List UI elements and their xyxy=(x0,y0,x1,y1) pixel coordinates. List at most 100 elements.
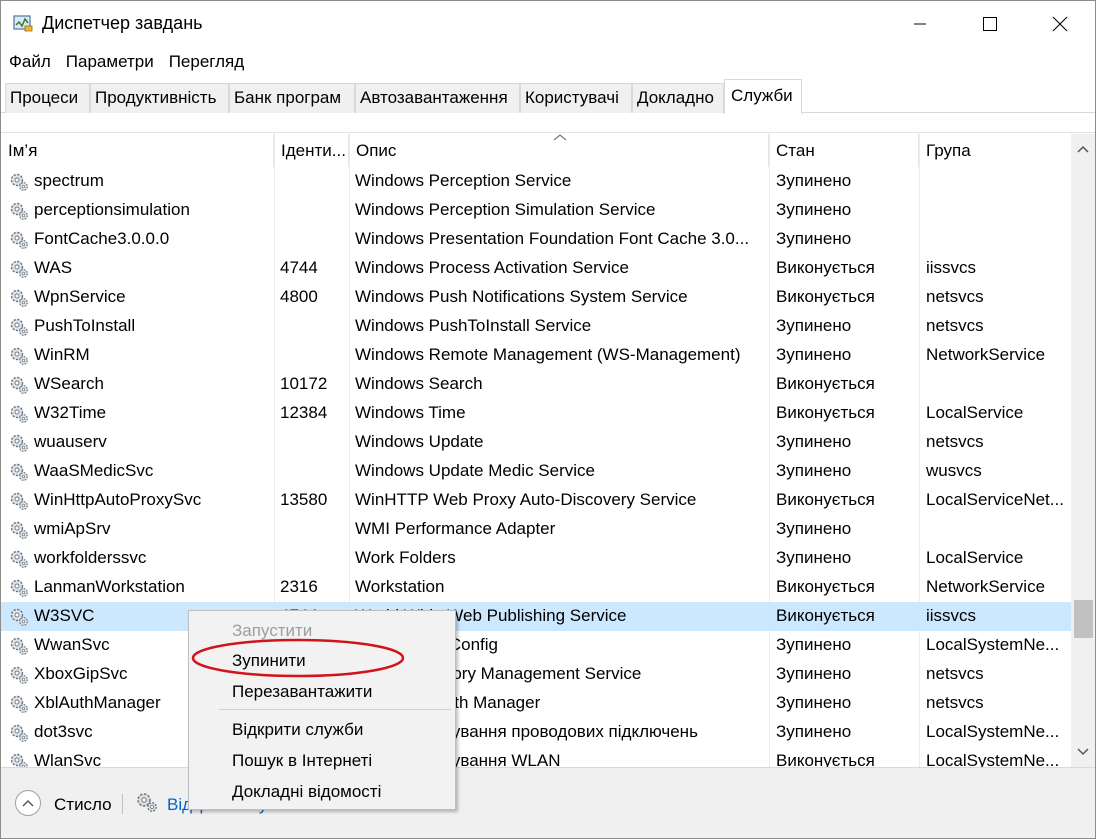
context-menu-separator xyxy=(219,709,451,710)
close-button[interactable] xyxy=(1025,1,1095,47)
minimize-button[interactable] xyxy=(885,1,955,47)
service-gear-icon xyxy=(10,666,28,684)
table-row[interactable]: WinRM Windows Remote Management (WS-Manag… xyxy=(1,341,1071,370)
sort-ascending-icon xyxy=(553,134,567,141)
table-row[interactable]: WpnService 4800 Windows Push Notifications… xyxy=(1,283,1071,312)
service-description: Windows Update Medic Service xyxy=(355,461,595,480)
service-status: Виконується xyxy=(776,287,875,306)
service-name: spectrum xyxy=(34,171,104,190)
service-gear-icon xyxy=(10,289,28,307)
table-row[interactable]: workfolderssvc Work Folders Зупинено LocalS… xyxy=(1,544,1071,573)
service-group: LocalServiceNet... xyxy=(926,490,1064,509)
service-gear-icon xyxy=(10,202,28,220)
column-status[interactable]: Стан xyxy=(769,134,919,167)
service-description: Work Folders xyxy=(355,548,456,567)
tab-performance[interactable]: Продуктивність xyxy=(90,83,229,113)
service-gear-icon xyxy=(10,608,28,626)
service-group: iissvcs xyxy=(926,258,977,277)
column-group[interactable]: Група xyxy=(919,134,1071,167)
table-row[interactable]: WlanSvc Автоналаштування WLAN Виконується L… xyxy=(1,747,1071,767)
window-title: Диспетчер завдань xyxy=(42,13,203,33)
maximize-icon xyxy=(983,17,997,31)
chevron-up-icon xyxy=(1077,145,1089,153)
service-status: Зупинено xyxy=(776,316,852,335)
table-row[interactable]: W3SVC4744World Wide Web Publishing Servi… xyxy=(1,602,1071,631)
scroll-thumb[interactable] xyxy=(1074,600,1093,638)
vertical-scrollbar[interactable] xyxy=(1071,134,1095,767)
service-gear-icon xyxy=(10,550,28,568)
menu-view[interactable]: Перегляд xyxy=(161,49,251,75)
context-menu-stop[interactable]: Зупинити xyxy=(189,646,455,676)
table-row[interactable]: FontCache3.0.0.0 Windows Presentation Fou… xyxy=(1,225,1071,254)
tab-app-history[interactable]: Банк програм xyxy=(229,83,355,113)
table-row[interactable]: WSearch 10172 Windows Search Виконується xyxy=(1,370,1071,399)
task-manager-window: Диспетчер завдань Файл Параметри Перегля… xyxy=(0,0,1096,839)
title-bar[interactable]: Диспетчер завдань xyxy=(1,1,1095,47)
tab-users[interactable]: Користувачі xyxy=(520,83,632,113)
table-row[interactable]: WinHttpAutoProxySvc 13580 WinHTTP Web Prox… xyxy=(1,486,1071,515)
service-status: Зупинено xyxy=(776,548,852,567)
table-row[interactable]: LanmanWorkstation 2316 Workstation Виконуєт… xyxy=(1,573,1071,602)
tab-details[interactable]: Докладно xyxy=(632,83,724,113)
column-name[interactable]: Ім’я xyxy=(1,134,274,167)
context-menu-restart[interactable]: Перезавантажити xyxy=(189,677,455,707)
service-status: Виконується xyxy=(776,577,875,596)
table-row[interactable]: XblAuthManagerXbox Live Auth ManagerЗупи… xyxy=(1,689,1071,718)
service-name: wmiApSrv xyxy=(34,519,111,538)
context-menu-open-services[interactable]: Відкрити служби xyxy=(189,715,455,745)
context-menu-search-online[interactable]: Пошук в Інтернеті xyxy=(189,746,455,776)
footer-bar: Стисло Відкрити служби xyxy=(1,767,1095,838)
context-menu-details[interactable]: Докладні відомості xyxy=(189,777,455,807)
service-gear-icon xyxy=(10,347,28,365)
service-group: netsvcs xyxy=(926,287,984,306)
menu-options[interactable]: Параметри xyxy=(58,49,161,75)
service-description: WinHTTP Web Proxy Auto-Discovery Service xyxy=(355,490,697,509)
service-status: Зупинено xyxy=(776,345,852,364)
service-gear-icon xyxy=(10,405,28,423)
tab-services[interactable]: Служби xyxy=(724,79,802,114)
table-row[interactable]: WAS 4744 Windows Process Activation Servic… xyxy=(1,254,1071,283)
service-gear-icon xyxy=(10,637,28,655)
service-pid: 2316 xyxy=(280,577,318,596)
tab-processes[interactable]: Процеси xyxy=(5,83,90,113)
column-pid[interactable]: Іденти... xyxy=(274,134,349,167)
service-status: Зупинено xyxy=(776,461,852,480)
context-menu-start[interactable]: Запустити xyxy=(189,616,455,646)
service-name: LanmanWorkstation xyxy=(34,577,185,596)
table-row[interactable]: PushToInstall Windows PushToInstall Servi… xyxy=(1,312,1071,341)
table-row[interactable]: WaaSMedicSvc Windows Update Medic Service… xyxy=(1,457,1071,486)
service-group: wusvcs xyxy=(926,461,982,480)
menu-file[interactable]: Файл xyxy=(1,49,58,75)
service-description: Windows PushToInstall Service xyxy=(355,316,592,335)
tab-startup[interactable]: Автозавантаження xyxy=(355,83,520,113)
table-row[interactable]: wmiApSrv WMI Performance Adapter Зупинено xyxy=(1,515,1071,544)
table-row[interactable]: XboxGipSvc Xbox Accessory Management Serv… xyxy=(1,660,1071,689)
table-row[interactable]: dot3svc Автоналаштування проводових підкл… xyxy=(1,718,1071,747)
service-name: WinRM xyxy=(34,345,90,364)
table-row[interactable]: WwanSvcWWAN AutoConfigЗупиненоLocalSyste… xyxy=(1,631,1071,660)
service-description: Windows Remote Management (WS-Management… xyxy=(355,345,741,364)
chevron-down-icon xyxy=(1077,748,1089,756)
service-description: Windows Push Notifications System Servic… xyxy=(355,287,688,306)
fewer-details-button[interactable] xyxy=(15,790,41,816)
table-row[interactable]: wuauserv Windows Update Зупинено netsvcs xyxy=(1,428,1071,457)
scroll-down-button[interactable] xyxy=(1071,737,1095,767)
table-row[interactable]: perceptionsimulation Windows Perception S… xyxy=(1,196,1071,225)
service-pid xyxy=(280,196,346,225)
service-group: LocalService xyxy=(926,548,1024,567)
table-row[interactable]: spectrum Windows Perception Service Зупине… xyxy=(1,167,1071,196)
fewer-details-label[interactable]: Стисло xyxy=(54,795,112,815)
maximize-button[interactable] xyxy=(955,1,1025,47)
service-gear-icon xyxy=(10,434,28,452)
service-group xyxy=(926,225,1066,254)
service-gear-icon xyxy=(10,724,28,742)
service-description: Windows Perception Simulation Service xyxy=(355,200,656,219)
table-row[interactable]: W32Time 12384 Windows Time Виконується Local… xyxy=(1,399,1071,428)
service-group xyxy=(926,196,1066,225)
service-group: netsvcs xyxy=(926,316,984,335)
scroll-up-button[interactable] xyxy=(1071,134,1095,164)
service-pid: 10172 xyxy=(280,374,328,393)
service-gear-icon xyxy=(10,173,28,191)
service-gear-icon xyxy=(10,753,28,767)
service-gear-icon xyxy=(10,463,28,481)
